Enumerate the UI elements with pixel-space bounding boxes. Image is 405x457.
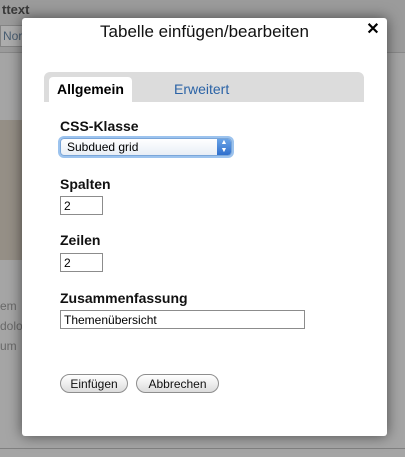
css-class-select[interactable]: Subdued grid ▲ ▼ (60, 138, 232, 156)
close-icon[interactable]: ✕ (365, 22, 381, 38)
table-dialog: Tabelle einfügen/bearbeiten ✕ Allgemein … (22, 18, 387, 436)
tab-general[interactable]: Allgemein (49, 77, 132, 102)
summary-label: Zusammenfassung (60, 290, 188, 306)
select-arrows-icon: ▲ ▼ (217, 139, 231, 155)
rows-label: Zeilen (60, 232, 101, 248)
css-class-value: Subdued grid (67, 140, 139, 154)
rows-input[interactable]: 2 (60, 253, 103, 272)
columns-input[interactable]: 2 (60, 196, 103, 215)
css-class-label: CSS-Klasse (60, 118, 139, 134)
cancel-button[interactable]: Abbrechen (136, 374, 219, 393)
insert-button[interactable]: Einfügen (60, 374, 128, 393)
columns-label: Spalten (60, 176, 111, 192)
tab-advanced[interactable]: Erweitert (166, 77, 237, 102)
dialog-title: Tabelle einfügen/bearbeiten (100, 22, 309, 41)
summary-input[interactable]: Themenübersicht (60, 310, 305, 329)
tab-bar: Allgemein Erweitert (44, 72, 364, 102)
